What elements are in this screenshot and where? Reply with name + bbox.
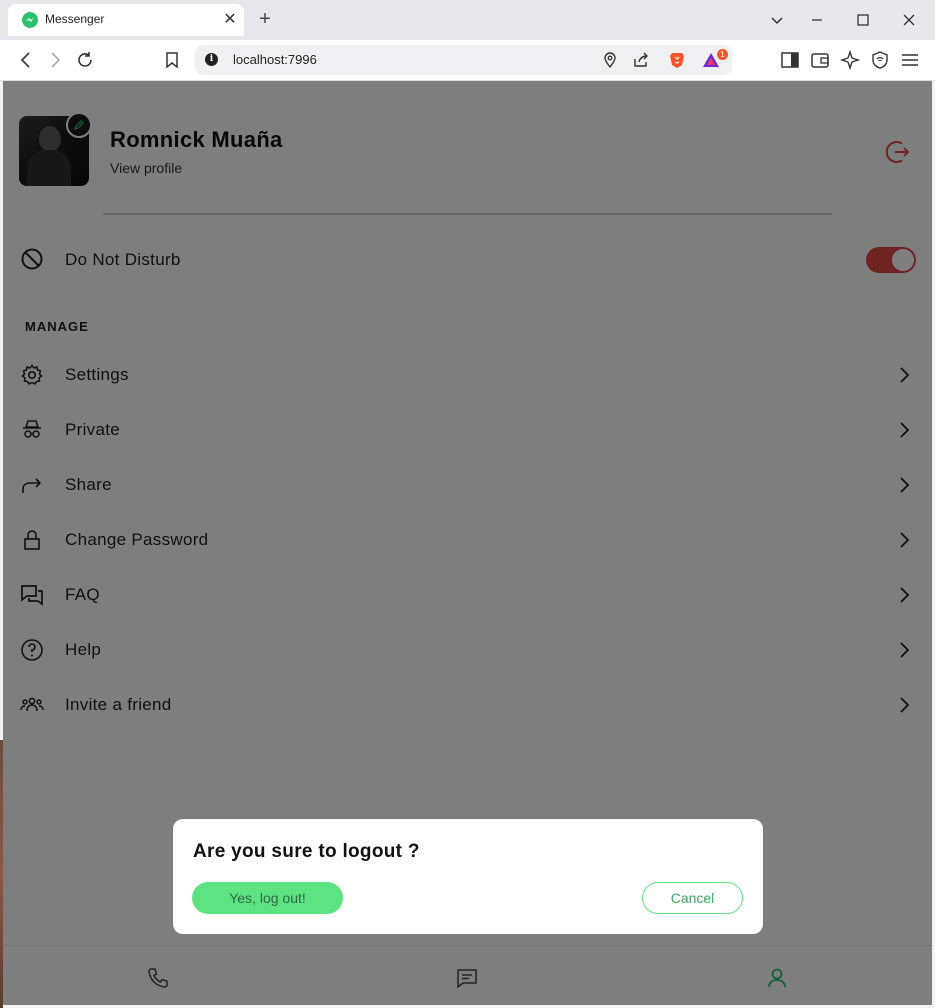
close-window-icon[interactable] <box>897 8 921 32</box>
rewards-count-badge: 1 <box>717 49 728 60</box>
browser-toolbar: i localhost:7996 1 <box>0 40 935 81</box>
share-page-icon[interactable] <box>632 51 650 69</box>
logout-confirm-dialog: Are you sure to logout ? Yes, log out! C… <box>173 819 763 934</box>
confirm-logout-button[interactable]: Yes, log out! <box>192 882 343 914</box>
new-tab-icon[interactable]: + <box>254 8 276 30</box>
brave-shield-icon[interactable] <box>668 51 686 69</box>
dialog-title: Are you sure to logout ? <box>193 841 420 862</box>
profile-page: Romnick Muaña View profile Do Not Distur… <box>3 81 932 1005</box>
tab-title: Messenger <box>45 12 105 26</box>
address-bar[interactable]: i localhost:7996 <box>195 45 732 75</box>
reload-icon[interactable] <box>74 49 96 71</box>
site-info-icon[interactable]: i <box>205 53 218 66</box>
browser-tab[interactable]: Messenger ✕ <box>8 4 244 36</box>
leo-ai-icon[interactable] <box>839 49 861 71</box>
vpn-icon[interactable] <box>869 49 891 71</box>
location-pin-icon[interactable] <box>601 51 619 69</box>
bookmark-icon[interactable] <box>161 49 183 71</box>
url-text: localhost:7996 <box>233 52 317 67</box>
messenger-favicon-icon <box>22 12 38 28</box>
tab-close-icon[interactable]: ✕ <box>220 10 240 30</box>
tab-strip: Messenger ✕ + <box>0 0 935 40</box>
minimize-icon[interactable] <box>805 8 829 32</box>
maximize-icon[interactable] <box>851 8 875 32</box>
browser-window: Messenger ✕ + i localhost:7996 1 Are you… <box>0 0 935 1008</box>
menu-icon[interactable] <box>899 49 921 71</box>
cancel-button[interactable]: Cancel <box>642 882 743 914</box>
forward-icon[interactable] <box>44 49 66 71</box>
back-icon[interactable] <box>15 49 37 71</box>
sidebar-toggle-icon[interactable] <box>779 49 801 71</box>
wallet-icon[interactable] <box>809 49 831 71</box>
tab-list-chevron-icon[interactable] <box>765 8 789 32</box>
